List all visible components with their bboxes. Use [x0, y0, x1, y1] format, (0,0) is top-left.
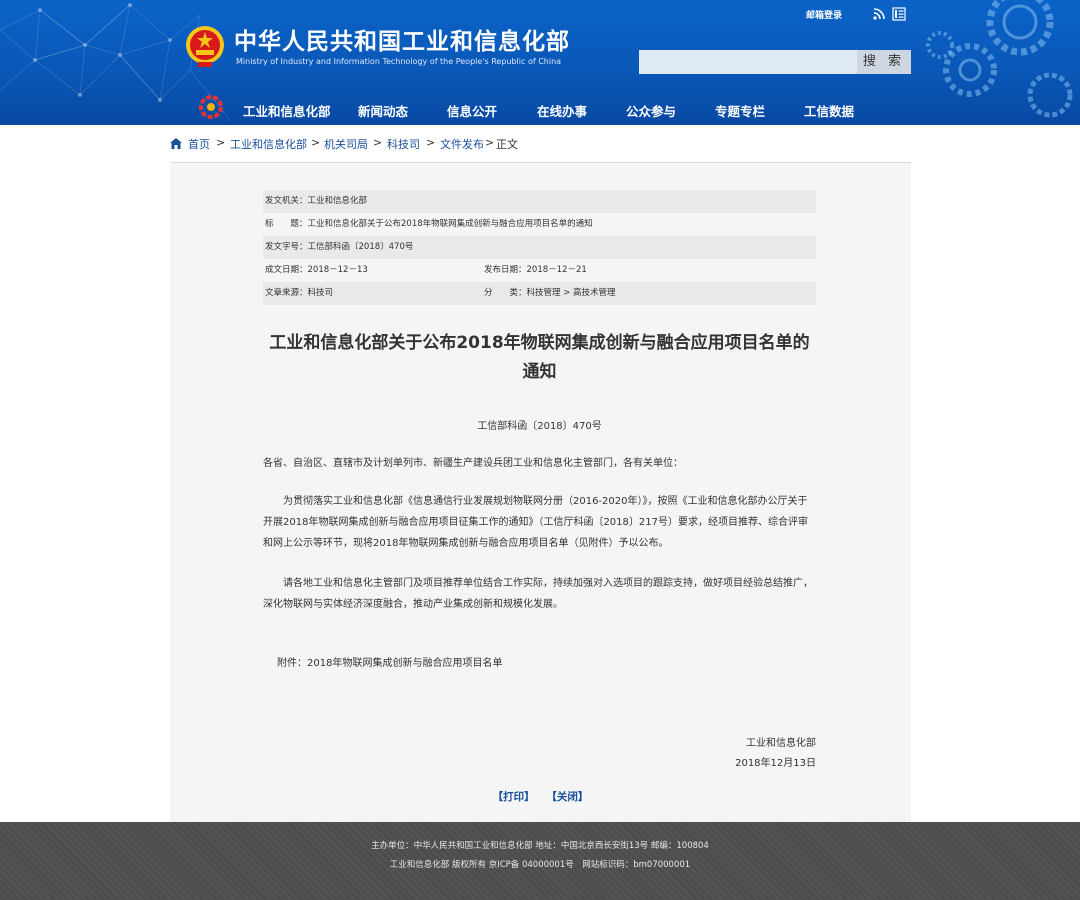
nav-item-special-topics[interactable]: 专题专栏 [715, 101, 765, 120]
nav-item-ministry[interactable]: 工业和信息化部 [243, 101, 331, 120]
signature-date: 2018年12月13日 [735, 758, 816, 769]
nav-item-public-participation[interactable]: 公众参与 [626, 101, 676, 120]
breadcrumb-file-release[interactable]: 文件发布 [440, 136, 484, 152]
document-meta-table: 发文机关：工业和信息化部 标 题：工业和信息化部关于公布2018年物联网集成创新… [263, 190, 816, 305]
gears-decoration [926, 0, 1073, 118]
nav-item-data[interactable]: 工信数据 [804, 101, 854, 120]
article-actions: 【打印】 【关闭】 [170, 789, 911, 804]
breadcrumb-current: 正文 [496, 138, 518, 151]
article-paragraph: 为贯彻落实工业和信息化部《信息通信行业发展规划物联网分册（2016-2020年）… [263, 496, 808, 549]
nav-item-news[interactable]: 新闻动态 [358, 101, 408, 120]
breadcrumb-separator: > [426, 136, 436, 149]
list-icon[interactable] [892, 7, 906, 21]
meta-published-date: 发布日期：2018－12－21 [484, 265, 587, 275]
nav-item-info-disclosure[interactable]: 信息公开 [447, 101, 497, 120]
article-attachment: 附件：2018年物联网集成创新与融合应用项目名单 [277, 658, 503, 669]
meta-row: 发文字号：工信部科函〔2018〕470号 [263, 236, 816, 259]
meta-category: 分 类：科技管理 > 高技术管理 [484, 288, 616, 298]
search-input[interactable] [639, 50, 857, 74]
breadcrumb-home[interactable]: 首页 [188, 136, 210, 152]
article-title: 工业和信息化部关于公布2018年物联网集成创新与融合应用项目名单的通知 [269, 333, 810, 382]
footer-address: 主办单位：中华人民共和国工业和信息化部 地址：中国北京西长安街13号 邮编：10… [371, 841, 709, 851]
site-subtitle: Ministry of Industry and Information Tec… [236, 57, 562, 66]
breadcrumb-ministry[interactable]: 工业和信息化部 [230, 136, 307, 152]
home-icon[interactable] [170, 138, 182, 149]
meta-created-date: 成文日期：2018－12－13 [265, 265, 368, 275]
breadcrumb-science-dept[interactable]: 科技司 [387, 136, 420, 152]
article-salutation: 各省、自治区、直辖市及计划单列市、新疆生产建设兵团工业和信息化主管部门，各有关单… [263, 458, 683, 469]
article-paragraph: 请各地工业和信息化主管部门及项目推荐单位结合工作实际，持续加强对入选项目的跟踪支… [263, 578, 813, 610]
article-doc-number: 工信部科函〔2018〕470号 [477, 421, 602, 432]
breadcrumb-separator: > [485, 136, 495, 149]
meta-source: 文章来源：科技司 [265, 288, 334, 298]
meta-row: 成文日期：2018－12－13 发布日期：2018－12－21 [263, 259, 816, 282]
meta-row: 标 题：工业和信息化部关于公布2018年物联网集成创新与融合应用项目名单的通知 [263, 213, 816, 236]
mail-login-link[interactable]: 邮箱登录 [806, 8, 842, 21]
breadcrumb-departments[interactable]: 机关司局 [324, 136, 368, 152]
meta-row: 发文机关：工业和信息化部 [263, 190, 816, 213]
site-title: 中华人民共和国工业和信息化部 [234, 29, 570, 55]
site-header: 中华人民共和国工业和信息化部 Ministry of Industry and … [0, 0, 1080, 125]
nav-item-online-services[interactable]: 在线办事 [537, 101, 587, 120]
search-button[interactable]: 搜 索 [857, 50, 911, 74]
article-panel: 发文机关：工业和信息化部 标 题：工业和信息化部关于公布2018年物联网集成创新… [170, 163, 911, 822]
footer-copyright: 工业和信息化部 版权所有 京ICP备 04000001号 网站标识码：bm070… [389, 860, 691, 870]
site-footer: 主办单位：中华人民共和国工业和信息化部 地址：中国北京西长安街13号 邮编：10… [0, 822, 1080, 900]
national-emblem [186, 26, 224, 67]
meta-doc-number: 发文字号：工信部科函〔2018〕470号 [265, 242, 414, 252]
close-button[interactable]: 【关闭】 [546, 791, 588, 803]
print-button[interactable]: 【打印】 [493, 791, 535, 803]
rss-icon[interactable] [872, 7, 886, 21]
breadcrumb-separator: > [311, 136, 321, 149]
meta-issuer: 发文机关：工业和信息化部 [265, 196, 368, 206]
meta-title: 标 题：工业和信息化部关于公布2018年物联网集成创新与融合应用项目名单的通知 [265, 219, 593, 229]
signature-org: 工业和信息化部 [746, 738, 816, 749]
breadcrumb-separator: > [373, 136, 383, 149]
meta-row: 文章来源：科技司 分 类：科技管理 > 高技术管理 [263, 282, 816, 305]
breadcrumb-separator: > [216, 136, 226, 149]
ministry-logo-icon [199, 95, 223, 119]
